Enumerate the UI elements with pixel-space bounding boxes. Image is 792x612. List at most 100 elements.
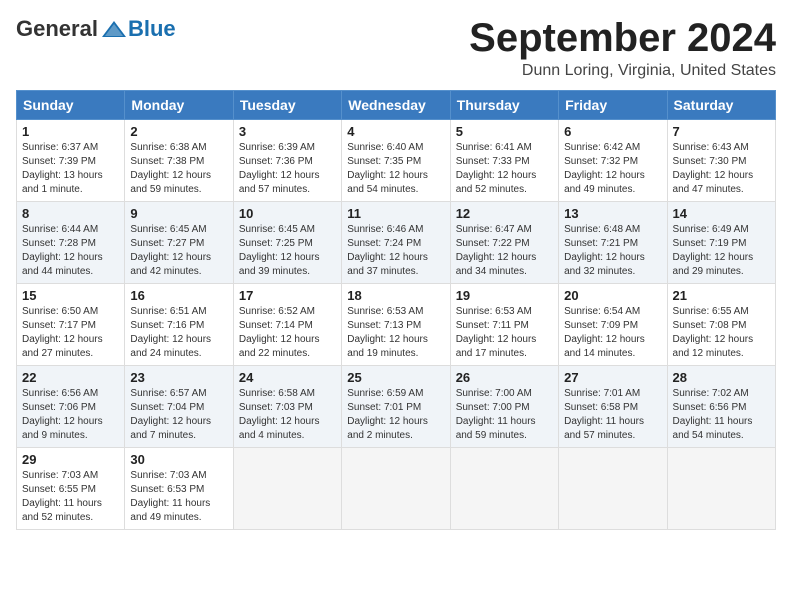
day-info: Sunrise: 6:53 AM Sunset: 7:11 PM Dayligh… xyxy=(456,305,553,361)
calendar-day-cell: 22 Sunrise: 6:56 AM Sunset: 7:06 PM Dayli… xyxy=(17,366,125,448)
day-info: Sunrise: 6:41 AM Sunset: 7:33 PM Dayligh… xyxy=(456,141,553,197)
day-info: Sunrise: 6:58 AM Sunset: 7:03 PM Dayligh… xyxy=(239,387,336,443)
location-title: Dunn Loring, Virginia, United States xyxy=(469,62,776,80)
calendar-table: SundayMondayTuesdayWednesdayThursdayFrid… xyxy=(16,90,776,530)
calendar-day-cell: 24 Sunrise: 6:58 AM Sunset: 7:03 PM Dayli… xyxy=(233,366,341,448)
page-header: General Blue September 2024 Dunn Loring,… xyxy=(16,16,776,80)
day-number: 12 xyxy=(456,206,553,221)
calendar-day-cell: 26Sunrise: 7:00 AM Sunset: 7:00 PM Dayli… xyxy=(450,366,558,448)
calendar-day-cell: 29 Sunrise: 7:03 AM Sunset: 6:55 PM Dayli… xyxy=(17,448,125,530)
calendar-day-cell: 8 Sunrise: 6:44 AM Sunset: 7:28 PM Daylig… xyxy=(17,202,125,284)
weekday-header-sunday: Sunday xyxy=(17,91,125,120)
day-info: Sunrise: 6:45 AM Sunset: 7:25 PM Dayligh… xyxy=(239,223,336,279)
day-info: Sunrise: 6:59 AM Sunset: 7:01 PM Dayligh… xyxy=(347,387,444,443)
weekday-header-monday: Monday xyxy=(125,91,233,120)
day-info: Sunrise: 6:54 AM Sunset: 7:09 PM Dayligh… xyxy=(564,305,661,361)
day-number: 25 xyxy=(347,370,444,385)
day-number: 6 xyxy=(564,124,661,139)
day-info: Sunrise: 6:39 AM Sunset: 7:36 PM Dayligh… xyxy=(239,141,336,197)
day-number: 23 xyxy=(130,370,227,385)
day-number: 20 xyxy=(564,288,661,303)
calendar-day-cell: 7 Sunrise: 6:43 AM Sunset: 7:30 PM Daylig… xyxy=(667,120,775,202)
calendar-day-cell: 27 Sunrise: 7:01 AM Sunset: 6:58 PM Dayli… xyxy=(559,366,667,448)
calendar-day-cell: 10 Sunrise: 6:45 AM Sunset: 7:25 PM Dayli… xyxy=(233,202,341,284)
calendar-day-cell: 13 Sunrise: 6:48 AM Sunset: 7:21 PM Dayli… xyxy=(559,202,667,284)
calendar-day-cell: 4Sunrise: 6:40 AM Sunset: 7:35 PM Daylig… xyxy=(342,120,450,202)
calendar-day-cell: 19 Sunrise: 6:53 AM Sunset: 7:11 PM Dayli… xyxy=(450,284,558,366)
day-number: 24 xyxy=(239,370,336,385)
day-info: Sunrise: 6:45 AM Sunset: 7:27 PM Dayligh… xyxy=(130,223,227,279)
day-info: Sunrise: 7:02 AM Sunset: 6:56 PM Dayligh… xyxy=(673,387,770,443)
day-number: 19 xyxy=(456,288,553,303)
calendar-day-cell: 16 Sunrise: 6:51 AM Sunset: 7:16 PM Dayli… xyxy=(125,284,233,366)
day-number: 10 xyxy=(239,206,336,221)
day-info: Sunrise: 6:38 AM Sunset: 7:38 PM Dayligh… xyxy=(130,141,227,197)
calendar-week-row: 22 Sunrise: 6:56 AM Sunset: 7:06 PM Dayli… xyxy=(17,366,776,448)
calendar-day-cell: 3Sunrise: 6:39 AM Sunset: 7:36 PM Daylig… xyxy=(233,120,341,202)
day-number: 18 xyxy=(347,288,444,303)
day-number: 29 xyxy=(22,452,119,467)
calendar-day-cell: 5 Sunrise: 6:41 AM Sunset: 7:33 PM Daylig… xyxy=(450,120,558,202)
day-number: 13 xyxy=(564,206,661,221)
day-number: 1 xyxy=(22,124,119,139)
calendar-day-cell: 30Sunrise: 7:03 AM Sunset: 6:53 PM Dayli… xyxy=(125,448,233,530)
day-info: Sunrise: 7:03 AM Sunset: 6:53 PM Dayligh… xyxy=(130,469,227,525)
calendar-day-cell xyxy=(450,448,558,530)
calendar-day-cell xyxy=(667,448,775,530)
calendar-header-row: SundayMondayTuesdayWednesdayThursdayFrid… xyxy=(17,91,776,120)
day-number: 21 xyxy=(673,288,770,303)
day-number: 15 xyxy=(22,288,119,303)
weekday-header-thursday: Thursday xyxy=(450,91,558,120)
day-info: Sunrise: 6:49 AM Sunset: 7:19 PM Dayligh… xyxy=(673,223,770,279)
calendar-day-cell: 18 Sunrise: 6:53 AM Sunset: 7:13 PM Dayli… xyxy=(342,284,450,366)
day-info: Sunrise: 6:44 AM Sunset: 7:28 PM Dayligh… xyxy=(22,223,119,279)
weekday-header-friday: Friday xyxy=(559,91,667,120)
calendar-day-cell xyxy=(233,448,341,530)
day-info: Sunrise: 7:03 AM Sunset: 6:55 PM Dayligh… xyxy=(22,469,119,525)
day-info: Sunrise: 6:42 AM Sunset: 7:32 PM Dayligh… xyxy=(564,141,661,197)
day-info: Sunrise: 6:40 AM Sunset: 7:35 PM Dayligh… xyxy=(347,141,444,197)
day-number: 11 xyxy=(347,206,444,221)
calendar-week-row: 8 Sunrise: 6:44 AM Sunset: 7:28 PM Daylig… xyxy=(17,202,776,284)
day-info: Sunrise: 6:51 AM Sunset: 7:16 PM Dayligh… xyxy=(130,305,227,361)
title-area: September 2024 Dunn Loring, Virginia, Un… xyxy=(469,16,776,80)
calendar-day-cell: 11 Sunrise: 6:46 AM Sunset: 7:24 PM Dayli… xyxy=(342,202,450,284)
day-info: Sunrise: 6:56 AM Sunset: 7:06 PM Dayligh… xyxy=(22,387,119,443)
day-number: 5 xyxy=(456,124,553,139)
logo-blue-text: Blue xyxy=(128,16,176,42)
day-number: 22 xyxy=(22,370,119,385)
day-info: Sunrise: 6:55 AM Sunset: 7:08 PM Dayligh… xyxy=(673,305,770,361)
calendar-week-row: 1Sunrise: 6:37 AM Sunset: 7:39 PM Daylig… xyxy=(17,120,776,202)
day-info: Sunrise: 6:57 AM Sunset: 7:04 PM Dayligh… xyxy=(130,387,227,443)
day-number: 17 xyxy=(239,288,336,303)
day-info: Sunrise: 7:01 AM Sunset: 6:58 PM Dayligh… xyxy=(564,387,661,443)
day-info: Sunrise: 6:52 AM Sunset: 7:14 PM Dayligh… xyxy=(239,305,336,361)
day-info: Sunrise: 7:00 AM Sunset: 7:00 PM Dayligh… xyxy=(456,387,553,443)
day-number: 14 xyxy=(673,206,770,221)
day-info: Sunrise: 6:53 AM Sunset: 7:13 PM Dayligh… xyxy=(347,305,444,361)
day-number: 7 xyxy=(673,124,770,139)
calendar-day-cell: 17 Sunrise: 6:52 AM Sunset: 7:14 PM Dayli… xyxy=(233,284,341,366)
calendar-day-cell xyxy=(559,448,667,530)
calendar-day-cell: 2Sunrise: 6:38 AM Sunset: 7:38 PM Daylig… xyxy=(125,120,233,202)
weekday-header-wednesday: Wednesday xyxy=(342,91,450,120)
month-title: September 2024 xyxy=(469,16,776,60)
calendar-day-cell: 9Sunrise: 6:45 AM Sunset: 7:27 PM Daylig… xyxy=(125,202,233,284)
day-info: Sunrise: 6:47 AM Sunset: 7:22 PM Dayligh… xyxy=(456,223,553,279)
day-info: Sunrise: 6:48 AM Sunset: 7:21 PM Dayligh… xyxy=(564,223,661,279)
calendar-day-cell: 20 Sunrise: 6:54 AM Sunset: 7:09 PM Dayli… xyxy=(559,284,667,366)
calendar-day-cell xyxy=(342,448,450,530)
day-number: 28 xyxy=(673,370,770,385)
calendar-week-row: 15 Sunrise: 6:50 AM Sunset: 7:17 PM Dayli… xyxy=(17,284,776,366)
day-number: 27 xyxy=(564,370,661,385)
day-info: Sunrise: 6:50 AM Sunset: 7:17 PM Dayligh… xyxy=(22,305,119,361)
day-number: 16 xyxy=(130,288,227,303)
day-number: 8 xyxy=(22,206,119,221)
calendar-day-cell: 28 Sunrise: 7:02 AM Sunset: 6:56 PM Dayli… xyxy=(667,366,775,448)
calendar-day-cell: 6 Sunrise: 6:42 AM Sunset: 7:32 PM Daylig… xyxy=(559,120,667,202)
day-info: Sunrise: 6:43 AM Sunset: 7:30 PM Dayligh… xyxy=(673,141,770,197)
day-info: Sunrise: 6:46 AM Sunset: 7:24 PM Dayligh… xyxy=(347,223,444,279)
calendar-day-cell: 1Sunrise: 6:37 AM Sunset: 7:39 PM Daylig… xyxy=(17,120,125,202)
logo: General Blue xyxy=(16,16,176,42)
weekday-header-tuesday: Tuesday xyxy=(233,91,341,120)
